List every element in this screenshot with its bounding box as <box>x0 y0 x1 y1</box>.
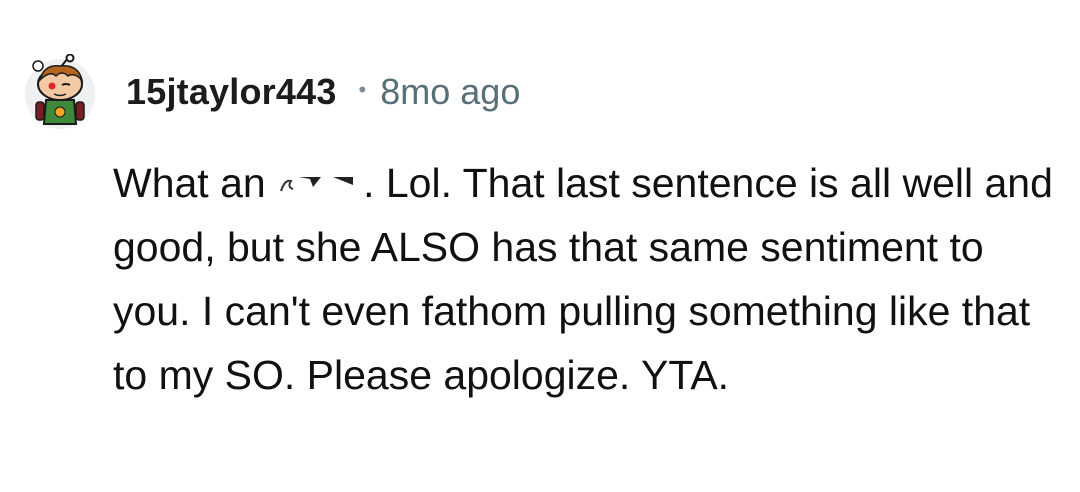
censored-word-icon <box>277 169 363 199</box>
separator-dot: • <box>358 77 367 102</box>
comment-body-paragraph: What an . Lol. That last sentence is all… <box>113 151 1063 407</box>
comment: 15jtaylor443 • 8mo ago What an . Lol. Th… <box>0 0 1080 492</box>
comment-author[interactable]: 15jtaylor443 <box>126 71 337 113</box>
snoo-avatar-icon <box>25 54 95 129</box>
comment-body: What an . Lol. That last sentence is all… <box>113 151 1063 407</box>
avatar[interactable] <box>24 54 96 130</box>
comment-body-prefix: What an <box>113 160 278 206</box>
comment-timestamp: 8mo ago <box>380 71 521 112</box>
comment-header: 15jtaylor443 • 8mo ago <box>24 52 520 132</box>
